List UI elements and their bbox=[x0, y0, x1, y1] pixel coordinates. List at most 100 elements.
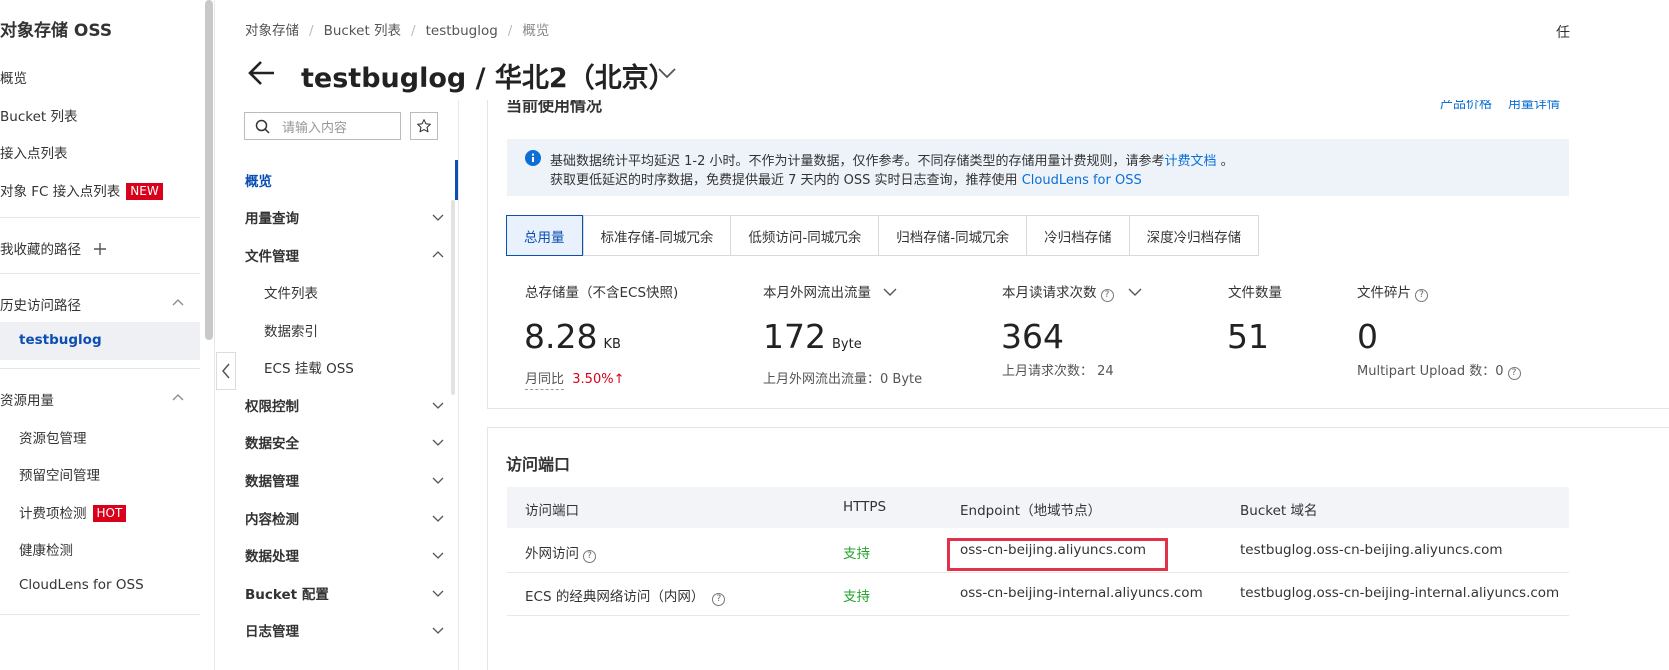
menu-item-ecs-mount[interactable]: ECS 挂载 OSS bbox=[264, 357, 354, 377]
info-text: 获取更低延迟的时序数据，免费提供最近 7 天内的 OSS 实时日志查询，推荐使用 bbox=[550, 173, 1018, 188]
sidebar-item-access-points[interactable]: 接入点列表 bbox=[0, 142, 68, 162]
info-text-line1: 基础数据统计平均延迟 1-2 小时。不作为计量数据，仅作参考。不同存储类型的存储… bbox=[550, 150, 1234, 169]
chevron-down-icon[interactable] bbox=[432, 512, 444, 524]
menu-scrollbar[interactable] bbox=[451, 200, 455, 395]
menu-item-data-index[interactable]: 数据索引 bbox=[264, 320, 318, 340]
menu-item-content-detection[interactable]: 内容检测 bbox=[245, 508, 299, 528]
sidebar-item-resource-packs[interactable]: 资源包管理 bbox=[19, 427, 87, 447]
tab-cold-archive[interactable]: 冷归档存储 bbox=[1026, 216, 1129, 255]
new-badge: NEW bbox=[126, 183, 163, 200]
cloudlens-link[interactable]: CloudLens for OSS bbox=[1022, 173, 1142, 188]
help-icon[interactable]: ? bbox=[712, 593, 726, 606]
table-cell-domain[interactable]: testbuglog.oss-cn-beijing.aliyuncs.com bbox=[1240, 542, 1503, 558]
tab-archive[interactable]: 归档存储-同城冗余 bbox=[878, 216, 1026, 255]
info-text: 基础数据统计平均延迟 1-2 小时。不作为计量数据，仅作参考。不同存储类型的存储… bbox=[550, 154, 1165, 169]
sidebar-item-testbuglog[interactable]: testbuglog bbox=[19, 332, 102, 348]
chevron-down-icon[interactable] bbox=[1128, 287, 1142, 297]
tab-standard[interactable]: 标准存储-同城冗余 bbox=[582, 216, 731, 255]
tab-infrequent[interactable]: 低频访问-同城冗余 bbox=[730, 216, 878, 255]
sidebar-item-bucket-list[interactable]: Bucket 列表 bbox=[0, 105, 77, 125]
breadcrumb-item[interactable]: testbuglog bbox=[426, 23, 498, 39]
sidebar-section-history[interactable]: 历史访问路径 bbox=[0, 294, 81, 314]
help-icon[interactable]: ? bbox=[1100, 289, 1114, 302]
table-cell-endpoint[interactable]: oss-cn-beijing-internal.aliyuncs.com bbox=[960, 585, 1203, 601]
breadcrumb-item[interactable]: 对象存储 bbox=[245, 23, 299, 39]
sidebar-item-label: 我收藏的路径 bbox=[0, 242, 81, 258]
help-icon[interactable]: ? bbox=[583, 550, 596, 563]
billing-doc-link[interactable]: 计费文档 bbox=[1165, 154, 1217, 169]
info-text-line2: 获取更低延迟的时序数据，免费提供最近 7 天内的 OSS 实时日志查询，推荐使用… bbox=[550, 169, 1142, 188]
breadcrumb: 对象存储 / Bucket 列表 / testbuglog / 概览 bbox=[245, 23, 550, 39]
sidebar-item-health-check[interactable]: 健康检测 bbox=[19, 539, 73, 559]
divider bbox=[0, 217, 200, 218]
usage-detail-link[interactable]: 用量详情 bbox=[1508, 100, 1560, 112]
hot-badge: HOT bbox=[92, 505, 127, 522]
favorite-star-button[interactable] bbox=[410, 112, 438, 140]
sidebar-item-favorites[interactable]: 我收藏的路径 bbox=[0, 238, 107, 260]
menu-item-bucket-config[interactable]: Bucket 配置 bbox=[245, 583, 329, 603]
chevron-down-icon[interactable] bbox=[432, 474, 444, 486]
help-icon[interactable]: ? bbox=[1507, 367, 1521, 380]
divider bbox=[0, 368, 200, 369]
stat-value-storage: 8.28 KB bbox=[524, 317, 621, 356]
chevron-down-icon[interactable] bbox=[883, 287, 897, 297]
stat-label-requests: 本月读请求次数? bbox=[1002, 281, 1142, 302]
chevron-down-icon[interactable] bbox=[432, 587, 444, 599]
breadcrumb-current: 概览 bbox=[522, 23, 550, 39]
page-title: testbuglog / 华北2（北京） bbox=[301, 63, 676, 94]
menu-item-data-processing[interactable]: 数据处理 bbox=[245, 545, 299, 565]
sidebar-section-resources[interactable]: 资源用量 bbox=[0, 389, 54, 409]
sidebar-item-overview[interactable]: 概览 bbox=[0, 67, 27, 87]
sidebar-item-billing-check[interactable]: 计费项检测 HOT bbox=[19, 502, 127, 522]
column-header-endpoint: Endpoint（地域节点） bbox=[960, 503, 1102, 519]
stat-label-fragments: 文件碎片? bbox=[1357, 281, 1428, 302]
info-text-end: 。 bbox=[1220, 154, 1234, 169]
info-icon bbox=[525, 150, 541, 166]
chevron-down-icon[interactable] bbox=[657, 66, 677, 80]
menu-item-access-control[interactable]: 权限控制 bbox=[245, 395, 299, 415]
arrow-up-icon: ↑ bbox=[613, 372, 625, 387]
menu-item-overview[interactable]: 概览 bbox=[245, 170, 272, 190]
column-header-port: 访问端口 bbox=[525, 503, 579, 519]
sidebar-scrollbar[interactable] bbox=[205, 0, 213, 340]
sidebar-item-reserved-capacity[interactable]: 预留空间管理 bbox=[19, 464, 100, 484]
plus-icon[interactable] bbox=[93, 242, 107, 260]
back-arrow-icon[interactable] bbox=[248, 60, 276, 86]
menu-search-input[interactable]: 请输入内容 bbox=[244, 112, 401, 140]
stat-value-files: 51 bbox=[1227, 317, 1269, 356]
chevron-up-icon[interactable] bbox=[172, 297, 184, 309]
collapse-sidebar-button[interactable] bbox=[216, 352, 236, 390]
chevron-down-icon[interactable] bbox=[432, 624, 444, 636]
menu-item-file-management[interactable]: 文件管理 bbox=[245, 245, 299, 265]
menu-item-usage-query[interactable]: 用量查询 bbox=[245, 207, 299, 227]
tab-deep-cold-archive[interactable]: 深度冷归档存储 bbox=[1128, 216, 1259, 255]
menu-item-data-security[interactable]: 数据安全 bbox=[245, 432, 299, 452]
table-cell-https: 支持 bbox=[843, 546, 870, 562]
chevron-down-icon[interactable] bbox=[432, 436, 444, 448]
help-icon[interactable]: ? bbox=[1415, 289, 1428, 302]
mom-label[interactable]: 月同比 bbox=[525, 372, 565, 390]
menu-item-log-management[interactable]: 日志管理 bbox=[245, 620, 299, 640]
sidebar-item-fc-access-points[interactable]: 对象 FC 接入点列表 NEW bbox=[0, 180, 163, 200]
stat-sub-outbound: 上月外网流出流量：0 Byte bbox=[763, 372, 923, 387]
sidebar-item-cloudlens[interactable]: CloudLens for OSS bbox=[19, 577, 144, 593]
menu-item-file-list[interactable]: 文件列表 bbox=[264, 282, 318, 302]
tab-total[interactable]: 总用量 bbox=[506, 215, 583, 256]
endpoint-title: 访问端口 bbox=[506, 455, 571, 474]
header-corner-text[interactable]: 任 bbox=[1556, 22, 1570, 42]
breadcrumb-item[interactable]: Bucket 列表 bbox=[324, 23, 401, 39]
chevron-down-icon[interactable] bbox=[432, 549, 444, 561]
chevron-down-icon[interactable] bbox=[432, 399, 444, 411]
chevron-down-icon[interactable] bbox=[432, 211, 444, 223]
search-icon bbox=[255, 119, 270, 134]
usage-heading: 当前使用情况 bbox=[506, 100, 603, 115]
divider bbox=[0, 273, 200, 274]
chevron-left-icon bbox=[222, 363, 230, 379]
star-icon bbox=[417, 119, 431, 133]
pricing-link[interactable]: 产品价格 bbox=[1440, 100, 1492, 112]
menu-item-data-management[interactable]: 数据管理 bbox=[245, 470, 299, 490]
table-cell-domain[interactable]: testbuglog.oss-cn-beijing-internal.aliyu… bbox=[1240, 585, 1559, 601]
chevron-up-icon[interactable] bbox=[172, 392, 184, 404]
chevron-up-icon[interactable] bbox=[432, 249, 444, 261]
stat-sub-fragments: Multipart Upload 数：0? bbox=[1357, 360, 1521, 380]
